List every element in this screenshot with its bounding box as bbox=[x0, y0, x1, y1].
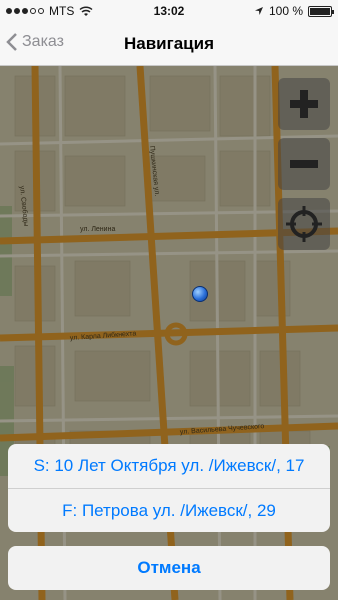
minus-icon bbox=[290, 160, 318, 168]
battery-percent: 100 % bbox=[268, 4, 303, 18]
map-marker-icon[interactable] bbox=[192, 286, 208, 302]
zoom-in-button[interactable] bbox=[278, 78, 330, 130]
finish-address-option[interactable]: F: Петрова ул. /Ижевск/, 29 bbox=[8, 488, 330, 532]
screen: MTS 13:02 100 % Заказ Навигация ул. Лени… bbox=[0, 0, 338, 600]
status-bar: MTS 13:02 100 % bbox=[0, 0, 338, 22]
battery-icon bbox=[308, 5, 334, 17]
crosshair-icon bbox=[286, 206, 322, 242]
page-title: Навигация bbox=[124, 34, 214, 53]
start-address-option[interactable]: S: 10 Лет Октября ул. /Ижевск/, 17 bbox=[8, 444, 330, 488]
location-arrow-icon bbox=[254, 7, 263, 15]
status-right: 100 % bbox=[254, 4, 334, 18]
zoom-out-button[interactable] bbox=[278, 138, 330, 190]
action-sheet: S: 10 Лет Октября ул. /Ижевск/, 17 F: Пе… bbox=[8, 444, 330, 532]
plus-icon bbox=[290, 90, 318, 118]
locate-button[interactable] bbox=[278, 198, 330, 250]
cancel-button[interactable]: Отмена bbox=[8, 546, 330, 590]
navigation-bar: Заказ Навигация bbox=[0, 22, 338, 66]
